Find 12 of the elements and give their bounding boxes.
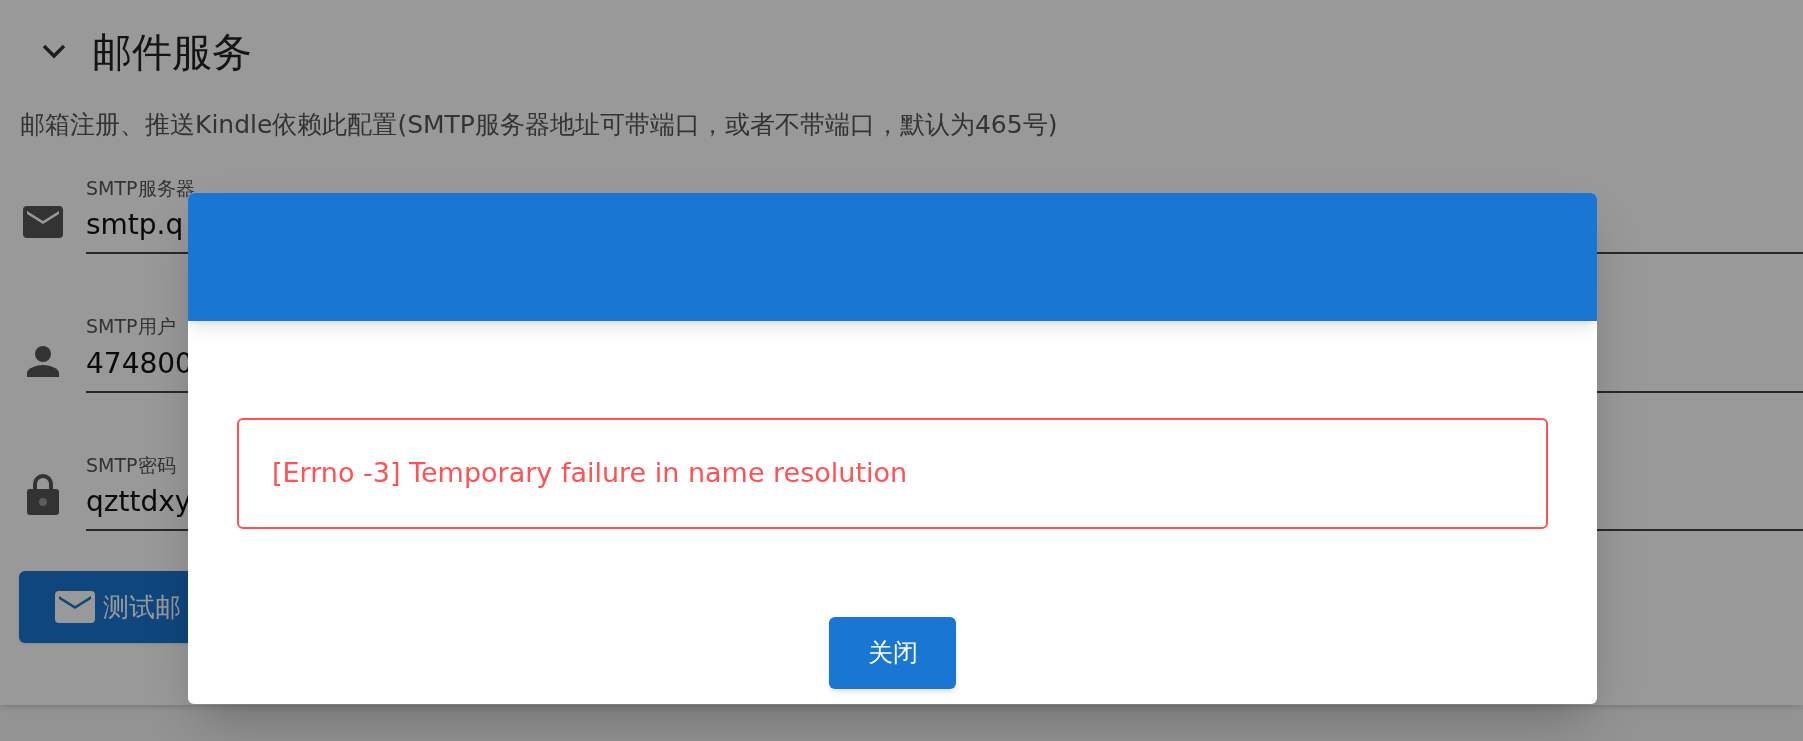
lock-icon (27, 473, 59, 515)
field-label: SMTP密码 (86, 452, 176, 478)
mail-icon (55, 591, 95, 623)
mail-icon (23, 206, 63, 238)
section-description: 邮箱注册、推送Kindle依赖此配置(SMTP服务器地址可带端口，或者不带端口，默认为465号) (20, 109, 1058, 141)
field-label: SMTP用户 (86, 314, 176, 339)
user-icon (27, 344, 59, 377)
section-title: 邮件服务 (92, 28, 252, 77)
field-value: smtp.q (86, 207, 184, 243)
close-button[interactable]: 关闭 (829, 617, 956, 689)
error-message: [Errno -3] Temporary failure in name resolution (237, 418, 1548, 529)
field-value: qzttdxy (86, 484, 192, 520)
